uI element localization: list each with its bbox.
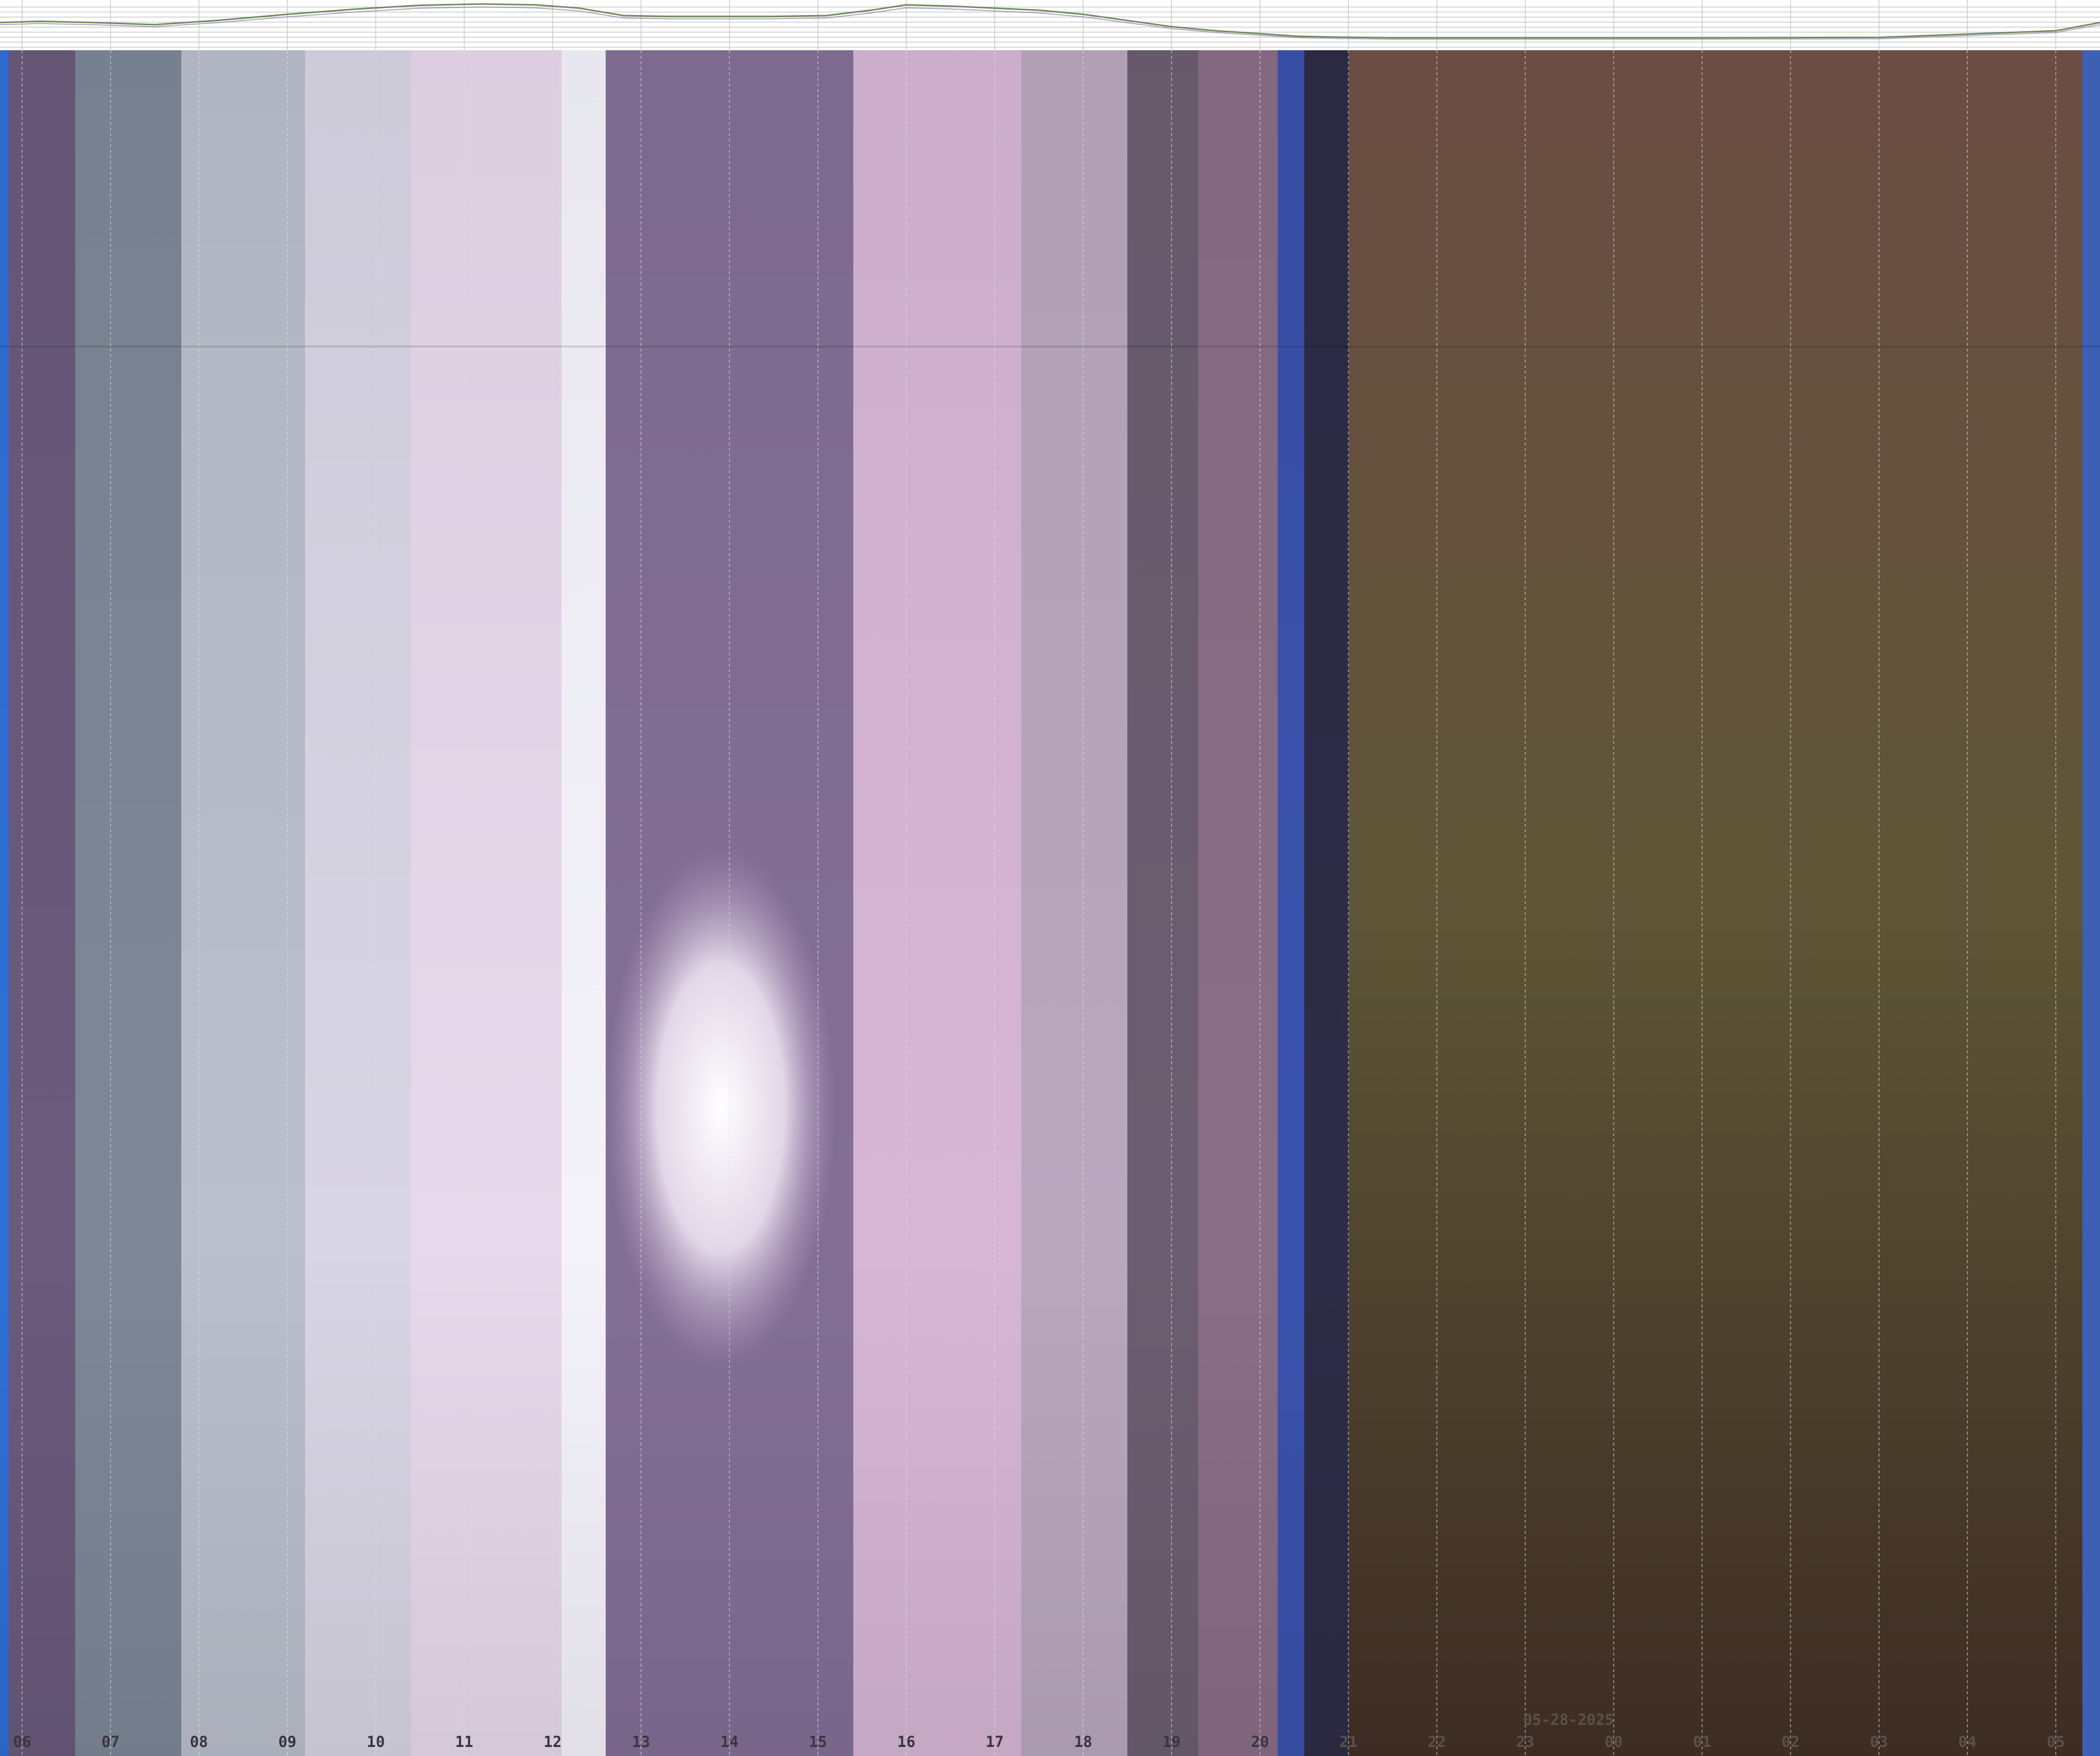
hour-tick-label: 19 (1162, 1733, 1181, 1751)
hour-tick-label: 08 (190, 1733, 208, 1751)
brightness-trace-chart (0, 0, 2100, 50)
hour-tick-label: 17 (986, 1733, 1004, 1751)
keogram-image: 06 07 08 09 10 11 12 13 14 15 16 17 18 19 20 21 22 23 00 01… (0, 50, 2100, 1756)
hour-tick-label: 10 (367, 1733, 385, 1751)
dawn-band (2082, 50, 2100, 1756)
hour-tick-label: 05 (2047, 1733, 2065, 1751)
hour-tick-label: 02 (1782, 1733, 1800, 1751)
hour-tick-label: 13 (632, 1733, 650, 1751)
hour-tick-label: 14 (721, 1733, 739, 1751)
hour-tick-label: 00 (1604, 1733, 1622, 1751)
hour-tick-label: 11 (455, 1733, 473, 1751)
hour-tick-label: 03 (1870, 1733, 1888, 1751)
keogram-chart: 06 07 08 09 10 11 12 13 14 15 16 17 18 19 20 21 22 23 00 01… (0, 50, 2100, 1756)
hour-tick-label: 18 (1074, 1733, 1092, 1751)
hour-tick-label: 04 (1958, 1733, 1976, 1751)
hour-tick-label: 20 (1251, 1733, 1269, 1751)
hour-tick-label: 15 (809, 1733, 827, 1751)
brightness-trace-panel (0, 0, 2100, 52)
hour-tick-label: 12 (543, 1733, 561, 1751)
hour-tick-label: 06 (13, 1733, 31, 1751)
night-region (1348, 50, 2100, 1756)
brightness-trace-line (0, 3, 2100, 39)
hour-tick-label: 21 (1339, 1733, 1357, 1751)
date-label: 05-28-2025 (1523, 1711, 1614, 1729)
hour-tick-label: 22 (1428, 1733, 1446, 1751)
hour-tick-label: 07 (101, 1733, 120, 1751)
hour-tick-label: 09 (278, 1733, 296, 1751)
sun-glow (605, 846, 837, 1369)
hour-tick-label: 16 (897, 1733, 915, 1751)
hour-tick-label: 01 (1693, 1733, 1711, 1751)
hour-tick-label: 23 (1516, 1733, 1534, 1751)
